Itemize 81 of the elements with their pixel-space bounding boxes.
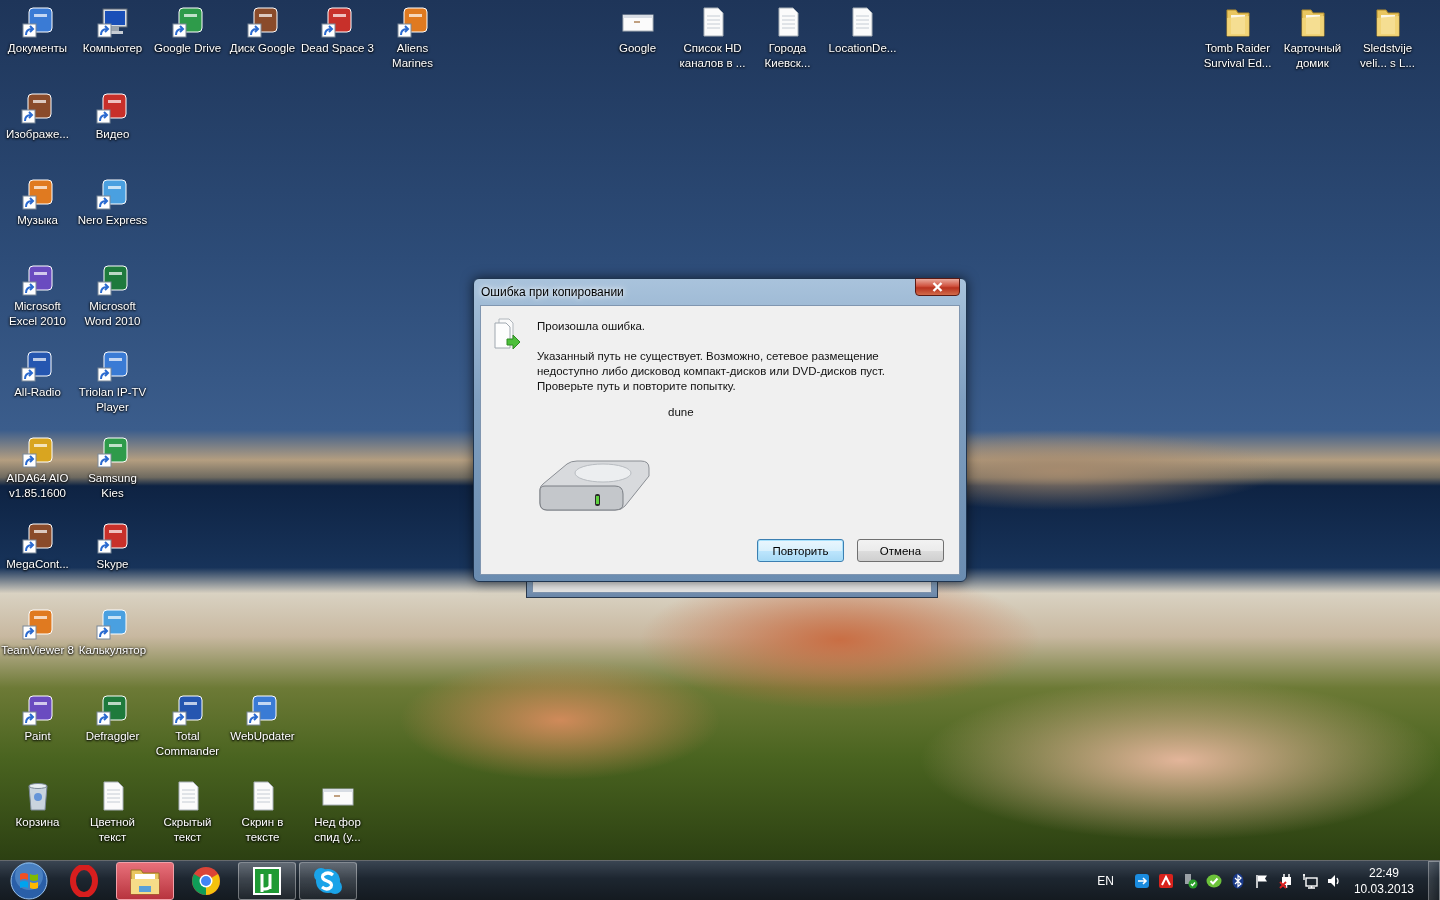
desktop-shortcut[interactable]: Microsoft Word 2010 — [75, 264, 150, 329]
clock-date: 10.03.2013 — [1353, 880, 1414, 897]
desktop-shortcut[interactable]: Dead Space 3 — [301, 6, 374, 56]
desktop-shortcut[interactable]: Города Киевск... — [750, 6, 825, 71]
desktop-shortcut[interactable]: Корзина — [15, 780, 60, 830]
shortcut-icon — [21, 694, 54, 726]
computer-icon — [96, 6, 129, 38]
desktop-shortcut[interactable]: Total Commander — [150, 694, 225, 759]
cloud-logo-icon — [312, 865, 344, 896]
desktop-shortcut[interactable]: Карточный домик — [1275, 6, 1350, 71]
desktop-shortcut[interactable]: Цветной текст — [75, 780, 150, 845]
desktop-shortcut[interactable]: Список HD каналов в ... — [675, 6, 750, 71]
close-icon — [932, 282, 943, 292]
shortcut-icon — [21, 6, 54, 38]
desktop-shortcut[interactable]: Музыка — [17, 178, 58, 228]
window-title: Ошибка при копировании — [480, 285, 624, 299]
shortcut-icon — [246, 694, 279, 726]
clock[interactable]: 22:49 10.03.2013 — [1353, 864, 1414, 897]
clock-time: 22:49 — [1368, 864, 1399, 881]
shortcut-icon — [96, 694, 129, 726]
taskbar-button[interactable] — [116, 861, 174, 900]
network-icon[interactable] — [1301, 872, 1318, 889]
file-copy-icon — [493, 318, 521, 352]
desktop-shortcut[interactable]: Nero Express — [77, 178, 148, 228]
desktop-shortcut[interactable]: Видео — [95, 92, 130, 142]
desktop-shortcut[interactable]: All-Radio — [14, 350, 61, 400]
desktop-shortcut[interactable]: Нед фор спид (у... — [300, 780, 375, 845]
desktop-shortcut[interactable]: MegaCont... — [6, 522, 69, 572]
windows-logo-icon — [10, 861, 48, 900]
square-logo-icon — [252, 865, 282, 896]
desktop-shortcut[interactable]: Google Drive — [153, 6, 222, 56]
shortcut-icon — [96, 436, 129, 468]
desktop-shortcut[interactable]: Paint — [21, 694, 54, 744]
desktop-shortcut[interactable]: Документы — [7, 6, 68, 56]
shortcut-icon — [96, 178, 129, 210]
desktop-shortcut[interactable]: Tomb Raider Survival Ed... — [1200, 6, 1275, 71]
shortcut-icon — [246, 6, 279, 38]
shortcut-icon — [96, 608, 129, 640]
desktop-shortcut[interactable]: AIDA64 AIO v1.85.1600 — [0, 436, 75, 501]
shortcut-icon — [21, 264, 54, 296]
desktop-shortcut[interactable]: Sledstvije veli... s L... — [1350, 6, 1425, 71]
desktop-shortcut[interactable]: Skype — [96, 522, 129, 572]
shortcut-icon — [96, 264, 129, 296]
shortcut-icon — [171, 6, 204, 38]
shortcut-icon — [21, 92, 54, 124]
error-heading: Произошла ошибка. — [537, 320, 647, 332]
close-button[interactable] — [915, 278, 960, 296]
shortcut-icon — [21, 608, 54, 640]
shortcut-icon — [321, 6, 354, 38]
desktop-shortcut[interactable]: Компьютер — [82, 6, 143, 56]
desktop-shortcut[interactable]: Скрин в тексте — [225, 780, 300, 845]
desktop-shortcut[interactable]: Google — [618, 6, 657, 56]
shortcut-icon — [21, 436, 54, 468]
desktop-shortcut[interactable]: Samsung Kies — [75, 436, 150, 501]
shortcut-icon — [96, 92, 129, 124]
dialog-button[interactable]: Повторить — [757, 539, 844, 562]
dialog-button[interactable]: Отмена — [857, 539, 944, 562]
flag-icon[interactable] — [1253, 872, 1270, 889]
desktop-shortcut[interactable]: WebUpdater — [230, 694, 295, 744]
desktop-shortcut[interactable]: Изображе... — [6, 92, 69, 142]
shortcut-icon — [21, 522, 54, 554]
desktop-shortcut[interactable]: Microsoft Excel 2010 — [0, 264, 75, 329]
desktop-shortcut[interactable]: Triolan IP-TV Player — [75, 350, 150, 415]
ring-icon — [69, 864, 99, 897]
show-desktop-button[interactable] — [1428, 860, 1440, 900]
shortcut-icon — [96, 350, 129, 382]
desktop-shortcut[interactable]: Скрытый текст — [150, 780, 225, 845]
plug-icon[interactable] — [1277, 872, 1294, 889]
desktop-shortcut[interactable]: LocationDe... — [828, 6, 897, 56]
shortcut-icon — [96, 522, 129, 554]
shortcut-icon — [21, 178, 54, 210]
item-name: dune — [667, 406, 695, 418]
error-message: Указанный путь не существует. Возможно, сетевое размещение недоступно либо дисковод компакт-дисков или DVD-дисков пуст. Проверьте путь и повторите попытку. — [537, 349, 886, 394]
language-indicator[interactable]: EN — [1097, 873, 1114, 888]
shortcut-icon — [21, 350, 54, 382]
check-icon[interactable] — [1205, 872, 1222, 889]
desktop-shortcut[interactable]: Диск Google — [229, 6, 296, 56]
shortcut-icon — [171, 694, 204, 726]
desktop-shortcut[interactable]: Defraggler — [85, 694, 140, 744]
shortcut-icon — [396, 6, 429, 38]
desktop-shortcut[interactable]: Aliens Marines — [375, 6, 450, 71]
